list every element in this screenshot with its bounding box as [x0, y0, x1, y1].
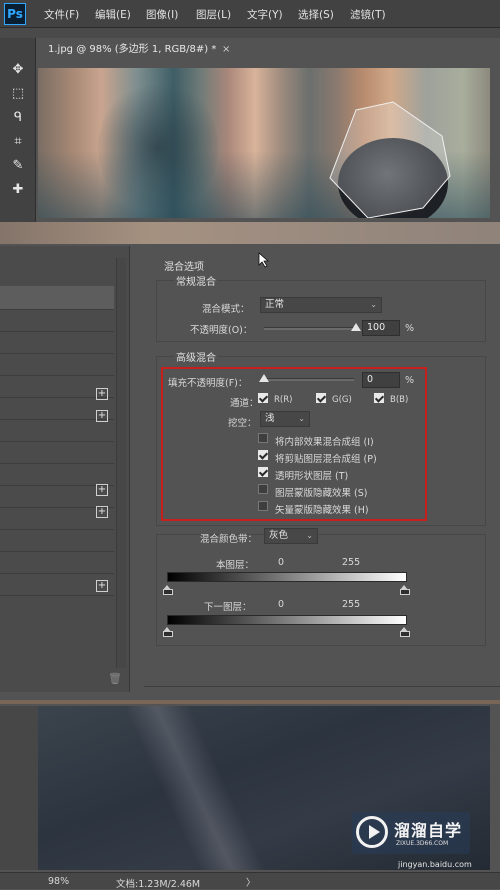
- document-tab[interactable]: 1.jpg @ 98% (多边形 1, RGB/8#) *: [38, 38, 248, 62]
- list-item[interactable]: [0, 442, 114, 464]
- chevron-down-icon: ⌄: [306, 531, 313, 540]
- advanced-blending-heading: 高级混合: [174, 349, 218, 364]
- list-item[interactable]: [0, 286, 114, 310]
- watermark-site: ZIXUE.3D66.COM: [396, 840, 449, 847]
- this-layer-label: 本图层：: [216, 560, 255, 571]
- menu-layer[interactable]: 图层(L): [196, 7, 231, 22]
- play-logo-icon: [356, 816, 388, 848]
- red-highlight-annotation: [161, 367, 427, 521]
- blend-if-value: 灰色: [269, 530, 289, 541]
- add-effect-icon[interactable]: +: [96, 506, 108, 518]
- lasso-icon[interactable]: ᑫ: [6, 108, 30, 128]
- general-blending-heading: 常规混合: [174, 273, 218, 288]
- panel-separator: [0, 700, 500, 704]
- marquee-icon[interactable]: ⬚: [6, 84, 30, 104]
- opacity-label: 不透明度(O)：: [190, 325, 253, 336]
- menu-filter[interactable]: 滤镜(T): [350, 7, 386, 22]
- dialog-divider: [144, 686, 500, 687]
- underlying-layer-white-stop[interactable]: [400, 627, 410, 637]
- list-item[interactable]: [0, 420, 114, 442]
- canvas-image-top[interactable]: [38, 68, 490, 218]
- this-layer-white-stop[interactable]: [400, 585, 410, 595]
- opacity-unit: %: [405, 323, 415, 334]
- move-icon[interactable]: ✥: [6, 60, 30, 80]
- add-effect-icon[interactable]: +: [96, 388, 108, 400]
- opacity-input[interactable]: 100: [362, 320, 400, 336]
- blend-if-label: 混合颜色带：: [200, 534, 258, 545]
- close-icon[interactable]: ×: [222, 38, 230, 62]
- trash-icon[interactable]: 🗑: [108, 672, 122, 685]
- canvas-strip: [0, 222, 500, 244]
- polygon-shape[interactable]: [38, 68, 490, 218]
- blend-mode-value: 正常: [265, 299, 285, 310]
- underlying-layer-gradient: [167, 615, 407, 625]
- list-item[interactable]: [0, 552, 114, 574]
- cursor-icon: [258, 252, 270, 268]
- list-item[interactable]: [0, 354, 114, 376]
- this-layer-low: 0: [278, 557, 285, 568]
- underlying-layer-low: 0: [278, 599, 285, 610]
- blending-options-dialog: 混合选项 常规混合 混合模式： 正常 ⌄ 不透明度(O)： 100 % 高级混合…: [134, 246, 500, 692]
- list-item[interactable]: [0, 530, 114, 552]
- status-bar: 98% 文档:1.23M/2.46M 〉: [0, 872, 500, 890]
- underlying-layer-high: 255: [342, 599, 361, 610]
- blend-if-group: [156, 534, 486, 646]
- underlying-layer-label: 下一图层：: [204, 602, 252, 613]
- this-layer-high: 255: [342, 557, 361, 568]
- blend-mode-label: 混合模式：: [202, 304, 250, 315]
- tools-panel: ✥ ⬚ ᑫ ⌗ ✎ ✚: [0, 38, 36, 222]
- photo-sheen: [124, 706, 272, 870]
- chevron-down-icon: ⌄: [370, 300, 377, 309]
- blend-mode-select[interactable]: 正常 ⌄: [260, 297, 382, 313]
- document-size: 文档:1.23M/2.46M: [116, 879, 201, 890]
- this-layer-gradient: [167, 572, 407, 582]
- document-tab-title: 1.jpg @ 98% (多边形 1, RGB/8#) *: [48, 44, 217, 55]
- options-bar: [0, 28, 500, 38]
- watermark: 溜溜自学 ZIXUE.3D66.COM: [352, 812, 470, 854]
- left-gutter: [0, 706, 38, 870]
- blend-if-select[interactable]: 灰色 ⌄: [264, 528, 318, 544]
- menu-edit[interactable]: 编辑(E): [95, 7, 131, 22]
- add-effect-icon[interactable]: +: [96, 410, 108, 422]
- layers-panel: + + + + +: [0, 246, 130, 692]
- this-layer-black-stop[interactable]: [163, 585, 173, 595]
- zoom-level[interactable]: 98%: [48, 876, 69, 887]
- dialog-title: 混合选项: [164, 262, 204, 273]
- menu-bar: Ps 文件(F) 编辑(E) 图像(I) 图层(L) 文字(Y) 选择(S) 滤…: [0, 0, 500, 28]
- menu-select[interactable]: 选择(S): [298, 7, 334, 22]
- opacity-slider-thumb[interactable]: [351, 323, 361, 331]
- opacity-value: 100: [367, 322, 386, 333]
- list-item[interactable]: [0, 310, 114, 332]
- list-item[interactable]: [0, 464, 114, 486]
- add-effect-icon[interactable]: +: [96, 580, 108, 592]
- list-item[interactable]: [0, 332, 114, 354]
- photoshop-logo: Ps: [4, 3, 26, 25]
- underlying-layer-black-stop[interactable]: [163, 627, 173, 637]
- menu-type[interactable]: 文字(Y): [247, 7, 283, 22]
- menu-file[interactable]: 文件(F): [44, 7, 79, 22]
- menu-image[interactable]: 图像(I): [146, 7, 178, 22]
- crop-icon[interactable]: ⌗: [6, 132, 30, 152]
- scrollbar[interactable]: [116, 258, 126, 668]
- healing-icon[interactable]: ✚: [6, 180, 30, 200]
- status-arrow-icon[interactable]: 〉: [246, 875, 256, 889]
- add-effect-icon[interactable]: +: [96, 484, 108, 496]
- eyedropper-icon[interactable]: ✎: [6, 156, 30, 176]
- source-url: jingyan.baidu.com: [398, 860, 472, 869]
- watermark-brand: 溜溜自学: [394, 821, 463, 840]
- opacity-slider[interactable]: [264, 327, 356, 330]
